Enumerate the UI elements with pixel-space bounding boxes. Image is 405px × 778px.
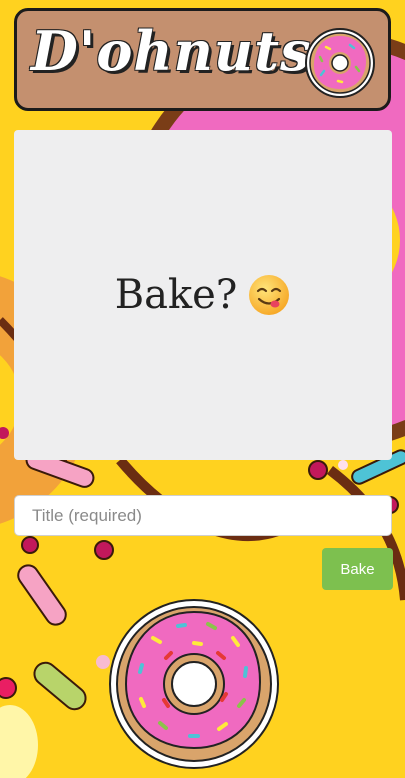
donut-icon [109, 599, 279, 769]
donut-logo-icon [305, 28, 375, 98]
preview-prompt: Bake? [115, 272, 292, 318]
app-header: D'ohnuts [14, 8, 391, 111]
brand-title: D'ohnuts [31, 19, 312, 83]
preview-card: Bake? [14, 130, 392, 460]
title-input[interactable] [14, 495, 392, 536]
yum-face-icon [249, 275, 290, 315]
bake-button[interactable]: Bake [322, 548, 393, 590]
preview-text: Bake? [114, 272, 238, 318]
